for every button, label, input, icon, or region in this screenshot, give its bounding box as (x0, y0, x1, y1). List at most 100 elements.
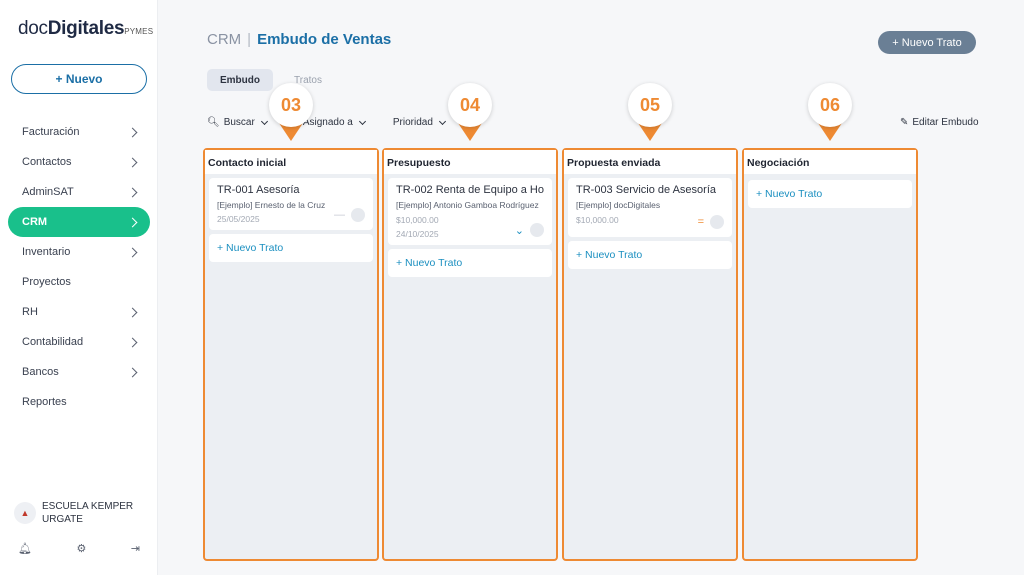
column-title: Negociación (744, 150, 916, 174)
equals-icon: = (697, 216, 704, 228)
deal-title: TR-003 Servicio de Asesoría (576, 184, 717, 196)
sidebar-item-label: CRM (22, 216, 48, 228)
edit-funnel-button[interactable]: ✎ Editar Embudo (900, 117, 979, 128)
company-name-line1: ESCUELA KEMPER (42, 501, 134, 512)
chevron-right-icon (127, 187, 138, 197)
step-marker-number: 03 (269, 83, 313, 127)
column-title: Contacto inicial (205, 150, 377, 174)
chevron-down-icon (260, 117, 268, 125)
deal-date (576, 229, 724, 231)
sidebar-item-label: Proyectos (22, 276, 71, 288)
search-filter[interactable]: 🔍︎ Buscar (207, 117, 268, 128)
step-marker-03: 03 (269, 83, 313, 143)
tab-embudo[interactable]: Embudo (207, 69, 273, 91)
priority-filter[interactable]: Prioridad (392, 117, 446, 128)
breadcrumb-separator: | (247, 31, 252, 48)
app-logo[interactable]: docDigitalesPYMES (18, 18, 153, 40)
sidebar-item-label: AdminSAT (22, 186, 74, 198)
add-deal-button[interactable]: + Nuevo Trato (388, 249, 552, 277)
kanban-column: Propuesta enviada TR-003 Servicio de Ases… (562, 148, 738, 561)
sidebar-nav: Facturación Contactos AdminSAT CRM Inventari… (8, 117, 150, 417)
assignee-avatar[interactable] (530, 223, 544, 237)
sidebar-item-label: Bancos (22, 366, 59, 378)
pencil-icon: ✎ (900, 117, 909, 128)
kanban-column: Contacto inicial TR-001 Asesoría [Ejemplo]… (203, 148, 379, 561)
column-title: Presupuesto (384, 150, 556, 174)
breadcrumb: CRM | Embudo de Ventas (207, 31, 391, 48)
chevron-right-icon (127, 217, 138, 227)
sidebar-item-rh[interactable]: RH (8, 297, 150, 327)
sidebar: docDigitalesPYMES + Nuevo Facturación Con… (0, 0, 158, 575)
new-deal-button[interactable]: + Nuevo Trato (878, 31, 976, 54)
deal-card-footer: = (698, 215, 724, 229)
gear-icon[interactable]: ⚙ (76, 542, 86, 555)
sidebar-item-inventario[interactable]: Inventario (8, 237, 150, 267)
breadcrumb-root[interactable]: CRM (207, 31, 241, 48)
logo-doc: doc (18, 18, 48, 39)
deal-title: TR-001 Asesoría (217, 184, 300, 196)
sidebar-item-facturación[interactable]: Facturación (8, 117, 150, 147)
new-button[interactable]: + Nuevo (11, 64, 147, 94)
chevron-right-icon (127, 367, 138, 377)
chevron-right-icon (127, 337, 138, 347)
sidebar-item-label: Contabilidad (22, 336, 84, 348)
sidebar-item-proyectos[interactable]: Proyectos (8, 267, 150, 297)
assignee-avatar[interactable] (351, 208, 365, 222)
sidebar-item-label: Facturación (22, 126, 80, 138)
chevron-right-icon (127, 127, 138, 137)
deal-card-footer: ⌄ (515, 223, 544, 237)
chevron-down-icon (358, 117, 366, 125)
step-marker-06: 06 (808, 83, 852, 143)
deal-card[interactable]: TR-002 Renta de Equipo a Hos... [Ejemplo]… (388, 178, 552, 245)
deal-card[interactable]: TR-003 Servicio de Asesoría [Ejemplo] doc… (568, 178, 732, 237)
step-marker-number: 04 (448, 83, 492, 127)
company-selector[interactable]: ▲ ESCUELA KEMPER URGATE (14, 500, 133, 526)
add-deal-button[interactable]: + Nuevo Trato (748, 180, 912, 208)
deal-client: [Ejemplo] Antonio Gamboa Rodríguez (396, 200, 539, 210)
company-name-line2: URGATE (42, 514, 83, 525)
step-marker-number: 06 (808, 83, 852, 127)
step-marker-number: 05 (628, 83, 672, 127)
step-marker-04: 04 (448, 83, 492, 143)
deal-client: [Ejemplo] docDigitales (576, 200, 661, 210)
company-name: ESCUELA KEMPER URGATE (42, 500, 133, 526)
kanban-column: Presupuesto TR-002 Renta de Equipo a Hos.… (382, 148, 558, 561)
sidebar-item-bancos[interactable]: Bancos (8, 357, 150, 387)
add-deal-button[interactable]: + Nuevo Trato (568, 241, 732, 269)
deal-card[interactable]: TR-001 Asesoría [Ejemplo] Ernesto de la C… (209, 178, 373, 230)
logout-icon[interactable]: ⇥ (131, 542, 140, 555)
deal-card-footer: — (334, 208, 365, 222)
sidebar-item-crm[interactable]: CRM (8, 207, 150, 237)
chevron-right-icon (127, 307, 138, 317)
sidebar-item-label: RH (22, 306, 38, 318)
sidebar-item-contactos[interactable]: Contactos (8, 147, 150, 177)
chevron-right-icon (127, 247, 138, 257)
sidebar-item-label: Inventario (22, 246, 71, 258)
logo-pymes: PYMES (124, 27, 154, 36)
company-logo-icon: ▲ (14, 502, 36, 524)
chevron-down-icon: ⌄ (514, 224, 524, 237)
search-filter-label: Buscar (223, 117, 255, 128)
sidebar-item-label: Contactos (22, 156, 72, 168)
bell-icon[interactable]: 🔔︎ (18, 542, 32, 555)
logo-digitales: Digitales (47, 18, 125, 39)
assignee-avatar[interactable] (710, 215, 724, 229)
column-title: Propuesta enviada (564, 150, 736, 174)
add-deal-button[interactable]: + Nuevo Trato (209, 234, 373, 262)
sidebar-item-reportes[interactable]: Reportes (8, 387, 150, 417)
search-icon: 🔍︎ (207, 117, 220, 128)
chevron-right-icon (127, 157, 138, 167)
chevron-down-icon (438, 117, 446, 125)
sidebar-bottom-icons: 🔔︎ ⚙ ⇥ (18, 542, 140, 555)
deal-title: TR-002 Renta de Equipo a Hos... (396, 184, 544, 196)
minus-icon: — (334, 209, 345, 221)
edit-funnel-label: Editar Embudo (912, 117, 979, 128)
filter-bar: 🔍︎ Buscar Asignado a Prioridad (207, 117, 446, 128)
page-title: Embudo de Ventas (257, 31, 392, 48)
priority-filter-label: Prioridad (392, 117, 433, 128)
sidebar-item-label: Reportes (22, 396, 67, 408)
sidebar-item-adminsat[interactable]: AdminSAT (8, 177, 150, 207)
sidebar-item-contabilidad[interactable]: Contabilidad (8, 327, 150, 357)
kanban-column: Negociación + Nuevo Trato (742, 148, 918, 561)
step-marker-05: 05 (628, 83, 672, 143)
